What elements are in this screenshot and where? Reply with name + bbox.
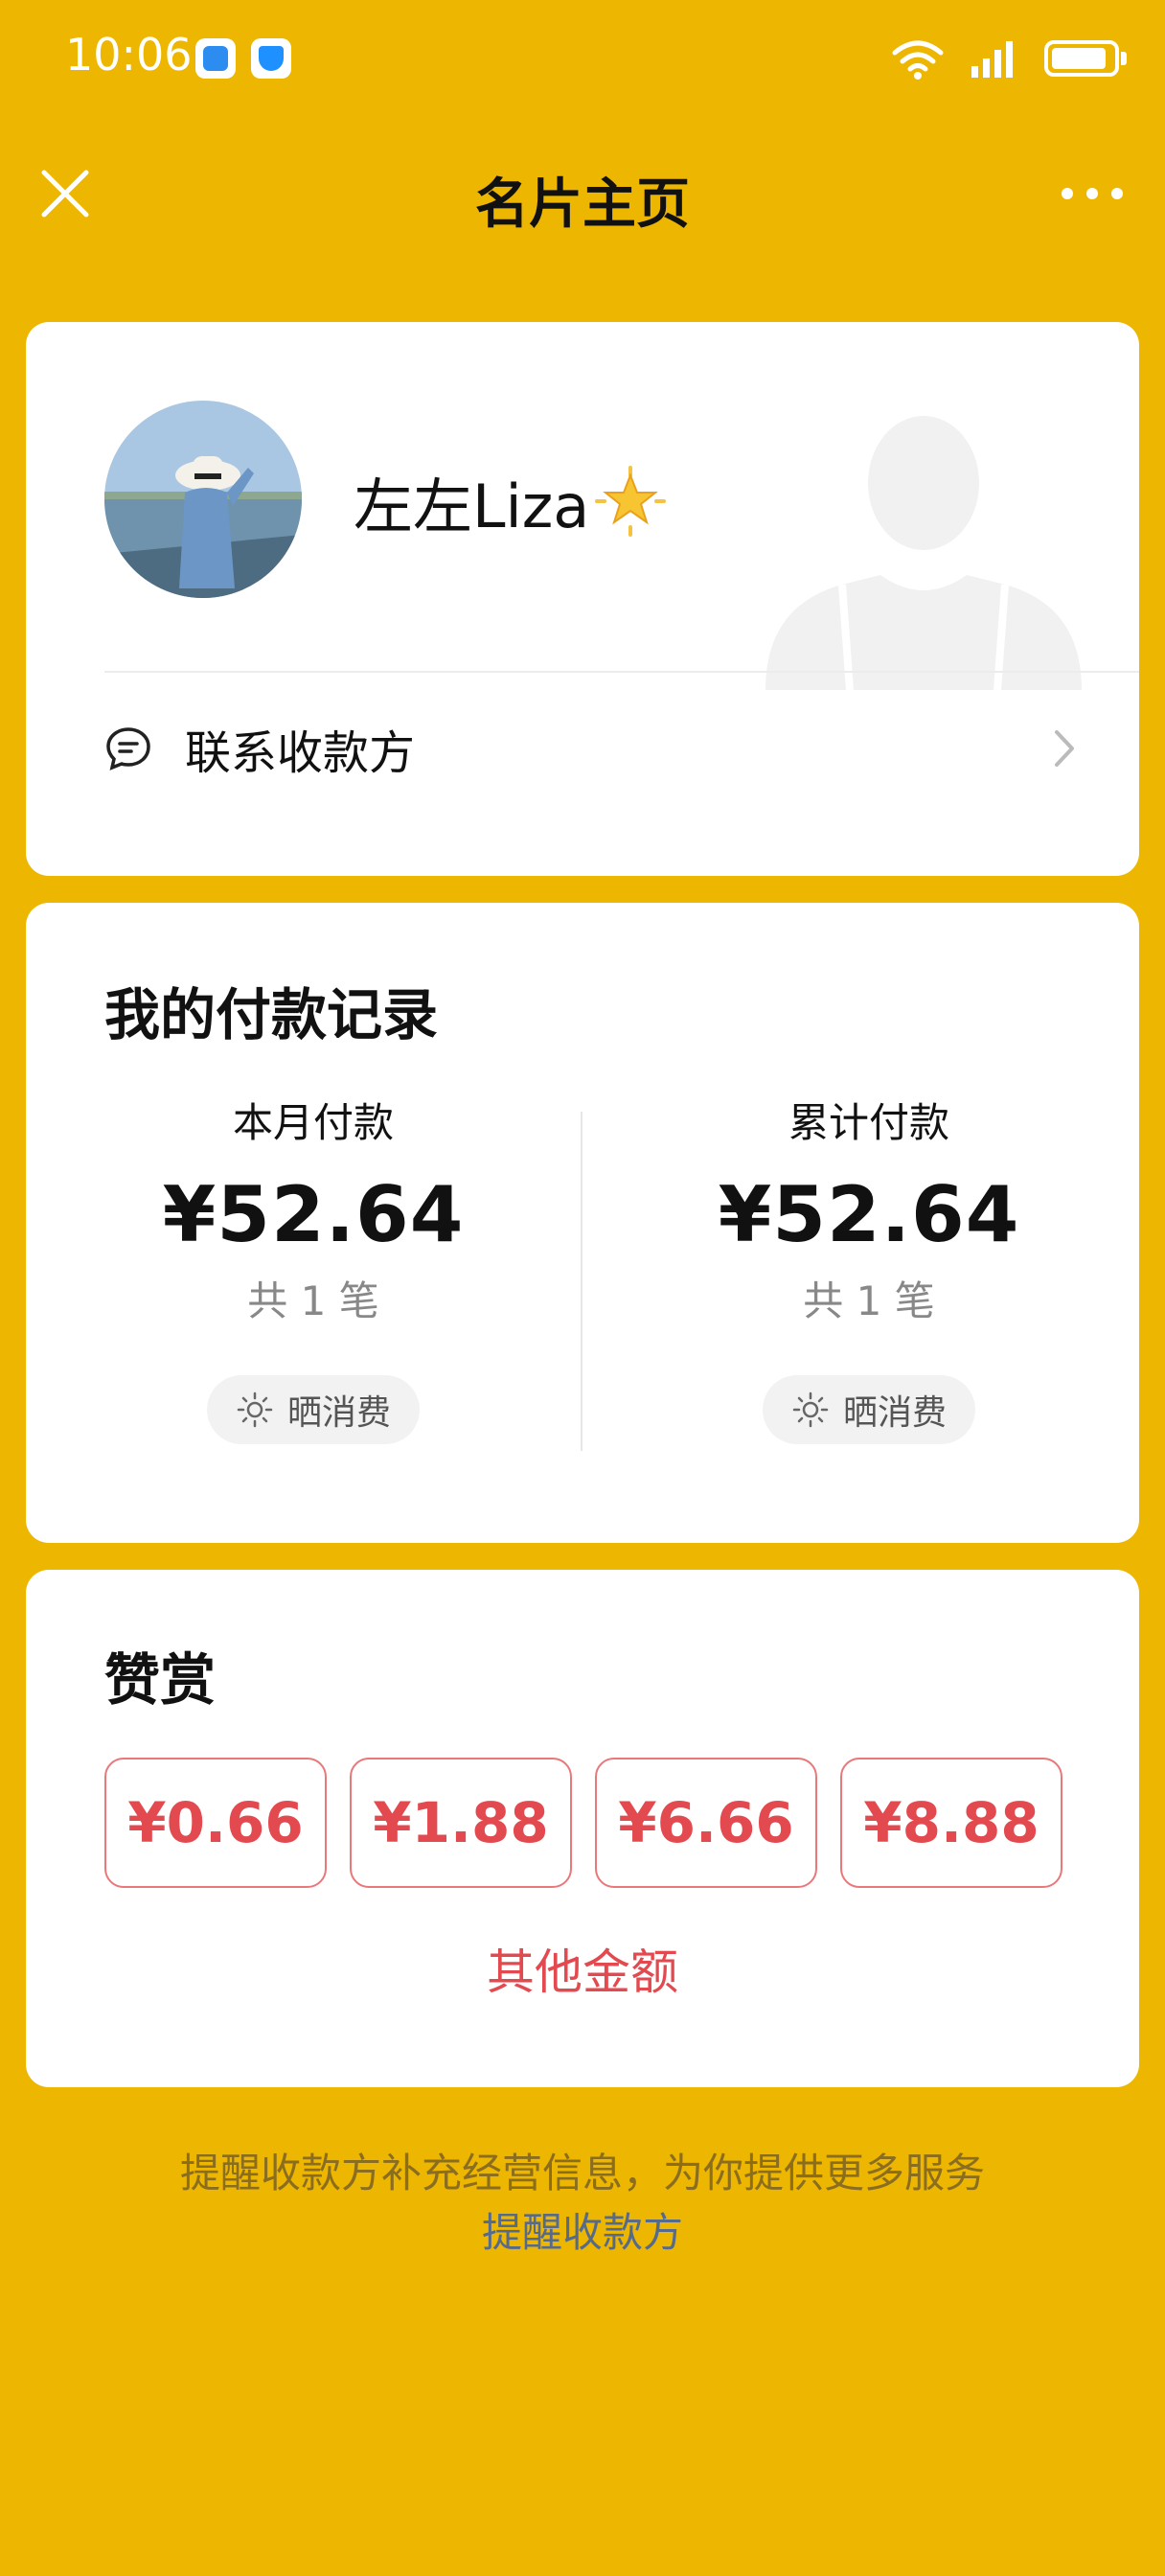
monthly-payment-amount: ¥52.64 [162,1170,465,1259]
payment-record-card: 我的付款记录 本月付款 ¥52.64 共 1 笔 晒消费 累计付款 ¥52.64… [26,903,1139,1543]
tip-amount-row: ¥0.66 ¥1.88 ¥6.66 ¥8.88 [104,1758,1062,1888]
profile-name: 左左Liza [354,458,667,544]
share-spending-label: 晒消费 [842,1393,947,1433]
payment-record-title: 我的付款记录 [104,982,439,1047]
status-time: 10:06 [65,29,193,80]
tip-amount-button[interactable]: ¥1.88 [350,1758,572,1888]
footer-note: 提醒收款方补充经营信息，为你提供更多服务 [179,2150,985,2196]
message-app-icon [195,38,236,79]
total-payment-count: 共 1 笔 [803,1277,935,1324]
tip-amount-button[interactable]: ¥6.66 [595,1758,817,1888]
avatar-photo [104,401,302,598]
tip-amount-button[interactable]: ¥8.88 [840,1758,1062,1888]
sun-icon [237,1392,273,1428]
divider [104,671,1139,673]
tip-amount-button[interactable]: ¥0.66 [104,1758,327,1888]
monthly-payment-count: 共 1 笔 [247,1277,379,1324]
total-payment-label: 累计付款 [788,1099,949,1146]
other-amount-link[interactable]: 其他金额 [26,1934,1139,2003]
chevron-right-icon [1055,730,1074,767]
sun-icon [792,1392,829,1428]
vertical-divider [581,1112,582,1451]
shield-app-icon [251,38,291,79]
contact-payee-row[interactable]: 联系收款方 [104,686,1082,811]
share-spending-button[interactable]: 晒消费 [762,1375,975,1444]
tip-title: 赞赏 [104,1647,217,1713]
avatar[interactable] [104,401,302,598]
remind-payee-link[interactable]: 提醒收款方 [0,2200,1165,2259]
total-payment-column: 累计付款 ¥52.64 共 1 笔 晒消费 [668,1091,1070,1444]
top-bar: 名片主页 [0,144,1165,240]
tip-card: 赞赏 ¥0.66 ¥1.88 ¥6.66 ¥8.88 其他金额 [26,1570,1139,2087]
more-icon[interactable] [1058,167,1127,220]
monthly-payment-column: 本月付款 ¥52.64 共 1 笔 晒消费 [112,1091,514,1444]
share-spending-button[interactable]: 晒消费 [206,1375,420,1444]
page-title: 名片主页 [475,173,690,236]
signal-icon [971,41,1013,78]
wifi-icon [892,40,944,80]
chat-bubble-icon [106,727,150,770]
battery-icon [1044,40,1127,77]
contact-payee-label: 联系收款方 [185,726,416,780]
person-silhouette-icon [765,416,1082,690]
share-spending-label: 晒消费 [286,1393,391,1433]
profile-card: 左左Liza 联系收款方 [26,322,1139,876]
star-icon [595,466,667,537]
monthly-payment-label: 本月付款 [232,1099,394,1146]
status-bar: 10:06 [0,0,1165,115]
total-payment-amount: ¥52.64 [718,1170,1020,1259]
profile-name-text: 左左Liza [354,472,590,541]
